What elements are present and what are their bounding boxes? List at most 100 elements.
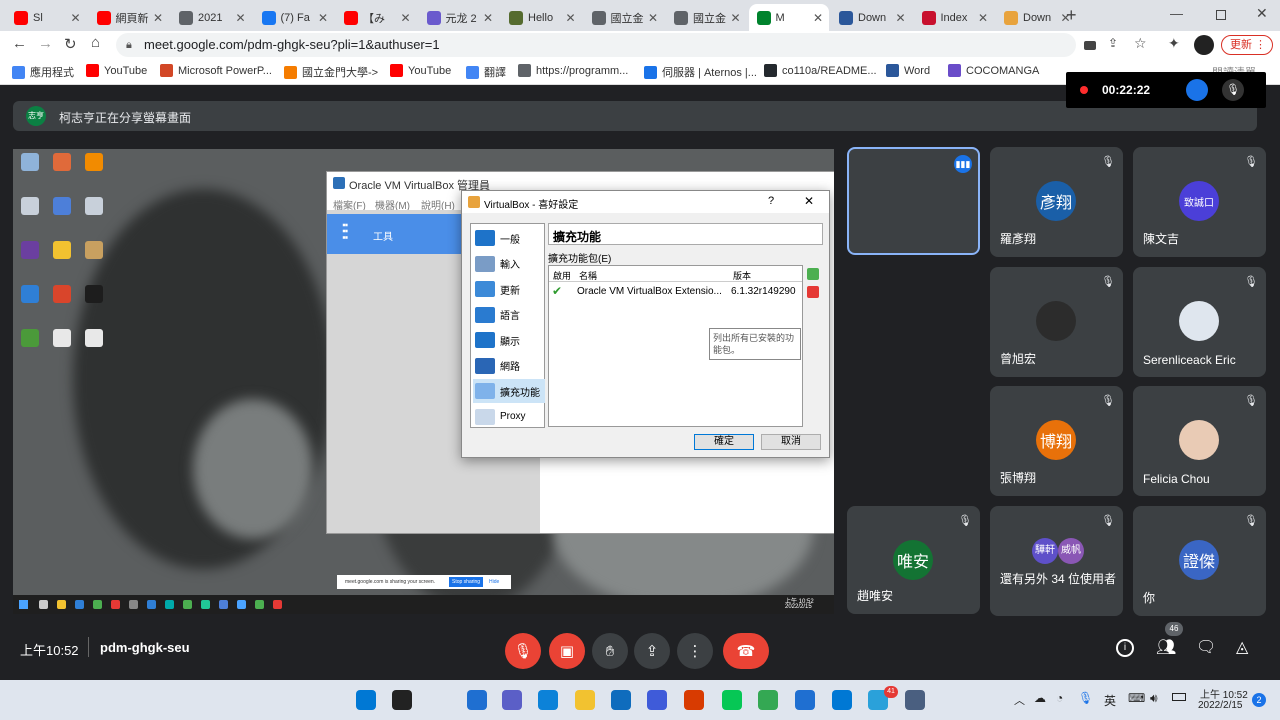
- browser-tab[interactable]: 【み ✕: [336, 4, 417, 31]
- browser-tab[interactable]: 2021 ✕: [171, 4, 252, 31]
- inner-taskbar-icon[interactable]: [255, 600, 264, 609]
- minimize-button[interactable]: —: [1170, 6, 1183, 21]
- leave-call-button[interactable]: ☎︎: [723, 633, 769, 669]
- ext-row[interactable]: ✔ Oracle VM VirtualBox Extensio... 6.1.3…: [549, 284, 802, 300]
- profile-avatar[interactable]: [1194, 35, 1214, 55]
- chat-icon[interactable]: 🗨︎: [1196, 637, 1216, 657]
- inner-taskbar-icon[interactable]: [273, 600, 282, 609]
- desktop-icon[interactable]: [85, 197, 103, 215]
- participant-tile[interactable]: 🎙︎ Felicia Chou: [1133, 386, 1266, 496]
- app-icon[interactable]: [647, 690, 667, 710]
- browser-tab[interactable]: Down ✕: [996, 4, 1077, 31]
- desktop-icon[interactable]: [53, 285, 71, 303]
- inner-taskbar-icon[interactable]: [201, 600, 210, 609]
- bookmark-item[interactable]: 伺服器 | Aternos |...: [644, 64, 757, 80]
- info-icon[interactable]: i: [1116, 639, 1134, 657]
- bookmark-item[interactable]: co110a/README...: [764, 64, 877, 77]
- desktop-icon[interactable]: [21, 153, 39, 171]
- raise-hand-button[interactable]: ✋︎: [592, 633, 628, 669]
- new-tab-button[interactable]: +: [1066, 5, 1077, 26]
- inner-taskbar-icon[interactable]: [165, 600, 174, 609]
- recorder-mic-icon[interactable]: 🎙︎: [1222, 79, 1244, 101]
- security-icon[interactable]: [795, 690, 815, 710]
- desktop-icon[interactable]: [53, 241, 71, 259]
- close-window-button[interactable]: ✕: [1256, 5, 1268, 22]
- pref-sidebar-item[interactable]: 輸入: [473, 252, 545, 276]
- notification-badge[interactable]: 2: [1252, 693, 1266, 707]
- pref-sidebar-item[interactable]: 網路: [473, 354, 545, 378]
- participant-tile[interactable]: ▮▮▮: [847, 147, 980, 255]
- desktop-icon[interactable]: [85, 153, 103, 171]
- add-pack-icon[interactable]: [807, 268, 819, 280]
- remove-pack-icon[interactable]: [807, 286, 819, 298]
- desktop-icon[interactable]: [21, 197, 39, 215]
- inner-taskbar-icon[interactable]: [219, 600, 228, 609]
- participant-tile[interactable]: 🎙︎ 唯安 趙唯安: [847, 506, 980, 614]
- camera-off-button[interactable]: ▣: [549, 633, 585, 669]
- bookmark-item[interactable]: 國立金門大學->: [284, 64, 378, 80]
- home-icon[interactable]: ⌂: [91, 34, 100, 51]
- bookmark-item[interactable]: https://programm...: [518, 64, 628, 77]
- participant-tile[interactable]: 🎙︎ 彥翔 羅彥翔: [990, 147, 1123, 257]
- tab-close-icon[interactable]: ✕: [978, 11, 988, 25]
- participant-tile[interactable]: 🎙︎ 驊軒 威帆 還有另外 34 位使用者: [990, 506, 1123, 616]
- desktop-icon[interactable]: [21, 329, 39, 347]
- inner-taskbar-icon[interactable]: [75, 600, 84, 609]
- line-icon[interactable]: [722, 690, 742, 710]
- inner-taskbar-icon[interactable]: [93, 600, 102, 609]
- participant-tile[interactable]: 🎙︎ 曾旭宏: [990, 267, 1123, 377]
- bookmark-item[interactable]: YouTube: [86, 64, 147, 77]
- inner-taskbar-icon[interactable]: [39, 600, 48, 609]
- dialog-help-button[interactable]: ?: [768, 195, 774, 207]
- inner-taskbar-icon[interactable]: [111, 600, 120, 609]
- desktop-icon[interactable]: [21, 285, 39, 303]
- tab-close-icon[interactable]: ✕: [400, 11, 410, 25]
- check-icon[interactable]: ✔: [552, 284, 562, 298]
- tab-close-icon[interactable]: ✕: [565, 11, 575, 25]
- tray-battery-icon[interactable]: [1172, 693, 1186, 701]
- start-icon[interactable]: [356, 690, 376, 710]
- task-view-icon[interactable]: [467, 690, 487, 710]
- bookmark-item[interactable]: COCOMANGA: [948, 64, 1039, 77]
- pref-sidebar-item[interactable]: Proxy: [473, 405, 545, 429]
- browser-tab[interactable]: Index ✕: [914, 4, 995, 31]
- desktop-icon[interactable]: [53, 197, 71, 215]
- pref-sidebar-item[interactable]: 顯示: [473, 328, 545, 352]
- tab-close-icon[interactable]: ✕: [730, 11, 740, 25]
- people-icon[interactable]: 👥︎: [1156, 637, 1176, 657]
- ext-pack-list[interactable]: 啟用 名稱 版本 ✔ Oracle VM VirtualBox Extensio…: [548, 265, 803, 427]
- tab-close-icon[interactable]: ✕: [235, 11, 245, 25]
- participant-tile[interactable]: 🎙︎ 證傑你: [1133, 506, 1266, 616]
- browser-tab[interactable]: (7) Fa ✕: [254, 4, 335, 31]
- share-icon[interactable]: ⇪: [1108, 36, 1118, 50]
- tray-mic-icon[interactable]: 🎙︎: [1078, 691, 1093, 705]
- participant-tile[interactable]: 🎙︎ 致誠口 陳文吉: [1133, 147, 1266, 257]
- bookmark-item[interactable]: Word: [886, 64, 930, 77]
- browser-tab[interactable]: Hello ✕: [501, 4, 582, 31]
- edge-icon[interactable]: [538, 690, 558, 710]
- desktop-icon[interactable]: [85, 241, 103, 259]
- bookmark-item[interactable]: YouTube: [390, 64, 451, 77]
- tab-close-icon[interactable]: ✕: [648, 11, 658, 25]
- explorer-icon[interactable]: [575, 690, 595, 710]
- desktop-icon[interactable]: [85, 329, 103, 347]
- browser-tab[interactable]: 國立金 ✕: [666, 4, 747, 31]
- present-button[interactable]: ⇪: [634, 633, 670, 669]
- virtualbox-icon[interactable]: [905, 690, 925, 710]
- inner-taskbar-icon[interactable]: [57, 600, 66, 609]
- mic-off-button[interactable]: 🎙︎: [505, 633, 541, 669]
- tray-ime-icon[interactable]: ⌨︎: [1128, 691, 1145, 705]
- extensions-icon[interactable]: ✦: [1168, 35, 1180, 52]
- tab-close-icon[interactable]: ✕: [70, 11, 80, 25]
- pref-sidebar-item[interactable]: 語言: [473, 303, 545, 327]
- ok-button[interactable]: 確定: [694, 434, 754, 450]
- tab-close-icon[interactable]: ✕: [895, 11, 905, 25]
- input-language[interactable]: 英: [1104, 692, 1116, 709]
- inner-taskbar-icon[interactable]: [237, 600, 246, 609]
- forward-icon[interactable]: →: [38, 35, 53, 52]
- office-icon[interactable]: [684, 690, 704, 710]
- stop-recording-button[interactable]: [1186, 79, 1208, 101]
- participant-tile[interactable]: 🎙︎ 博翔 張博翔: [990, 386, 1123, 496]
- clock-date[interactable]: 2022/2/15: [1198, 700, 1243, 711]
- url-input[interactable]: 🔒︎ meet.google.com/pdm-ghgk-seu?pli=1&au…: [116, 33, 1076, 57]
